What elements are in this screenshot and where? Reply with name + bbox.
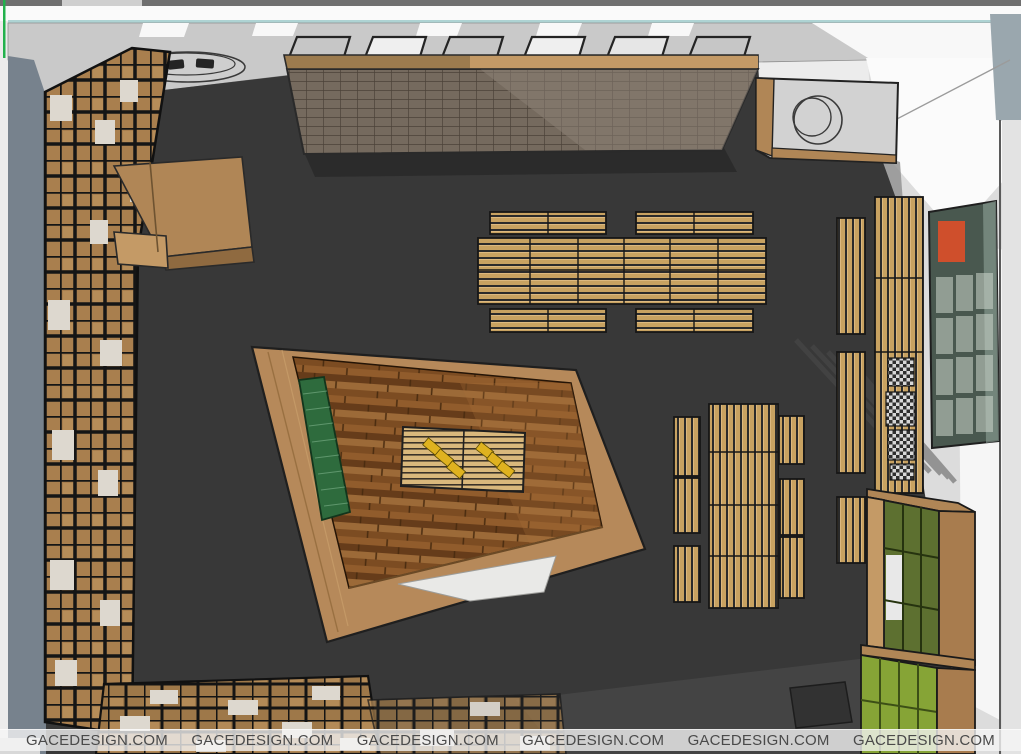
locker-side-panel-upper <box>939 511 975 665</box>
watermark-text: GACEDESIGN.COM <box>191 732 333 749</box>
white-band <box>0 6 1021 21</box>
locker-wood-column <box>867 497 884 648</box>
bench <box>780 479 804 535</box>
lattice-top-rail-light <box>470 56 758 68</box>
left-side-wall <box>8 56 46 754</box>
right-outer-strip <box>1002 120 1021 754</box>
display-bench <box>837 218 865 334</box>
bench <box>674 417 700 476</box>
display-bench <box>837 352 865 473</box>
bench <box>779 416 804 464</box>
interior-render-scene <box>0 0 1021 754</box>
rug-object-right <box>196 58 215 68</box>
service-cabinet <box>756 78 898 163</box>
desk-step <box>114 232 168 268</box>
watermark-text: GACEDESIGN.COM <box>357 732 499 749</box>
watermark-text: GACEDESIGN.COM <box>522 732 664 749</box>
long-table <box>709 404 778 608</box>
bench <box>780 537 804 598</box>
cabinet-left-panel <box>756 78 774 156</box>
green-axis-line <box>3 0 6 58</box>
rug-object-left <box>168 59 185 70</box>
lattice-panel <box>284 55 758 154</box>
watermark-text: GACEDESIGN.COM <box>26 732 168 749</box>
wall-poster <box>929 201 999 448</box>
rendering-canvas: GACEDESIGN.COM GACEDESIGN.COM GACEDESIGN… <box>0 0 1021 754</box>
top-strip-light-patch <box>62 0 142 6</box>
poster-emblem <box>938 221 965 262</box>
bench <box>674 478 700 533</box>
glass-edge-line <box>8 20 1013 23</box>
reading-table-vertical <box>674 404 804 608</box>
watermark-text: GACEDESIGN.COM <box>688 732 830 749</box>
bench <box>674 546 700 602</box>
locker-cabinets <box>861 489 975 754</box>
watermark-bar: GACEDESIGN.COM GACEDESIGN.COM GACEDESIGN… <box>0 729 1021 751</box>
long-table <box>478 238 766 304</box>
watermark-text: GACEDESIGN.COM <box>853 732 995 749</box>
display-bench <box>837 497 865 563</box>
floor-dark-box <box>790 682 852 728</box>
locker-open-cell <box>886 555 903 620</box>
